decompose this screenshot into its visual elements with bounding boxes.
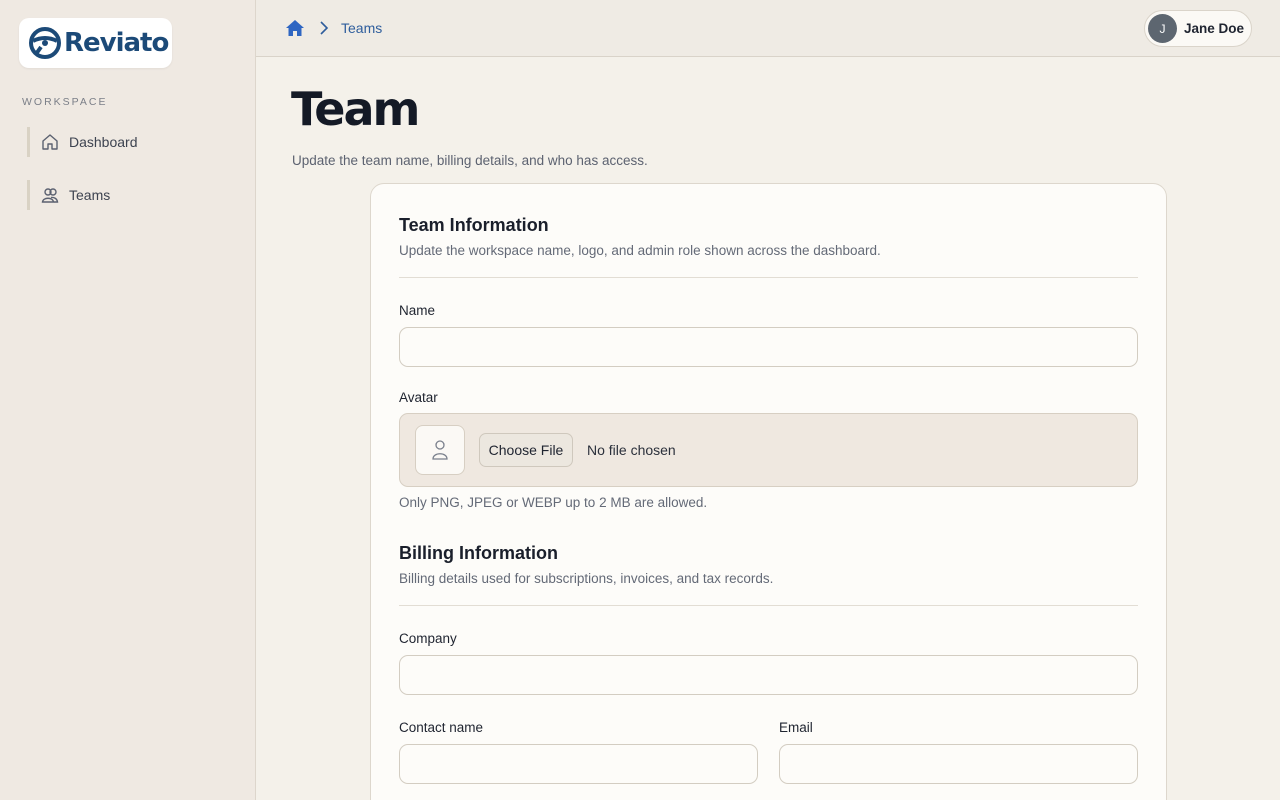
avatar-hint: Only PNG, JPEG or WEBP up to 2 MB are al… [399,495,708,510]
steering-wheel-icon [29,27,61,59]
home-icon [41,133,59,151]
user-name: Jane Doe [1183,21,1244,36]
divider [399,605,1138,606]
brand-logo[interactable]: Reviato [19,18,172,68]
breadcrumb-current[interactable]: Teams [341,20,382,36]
email-input[interactable] [779,744,1138,784]
sidebar-item-label: Dashboard [69,134,138,150]
page-title: Team [291,82,420,136]
users-icon [41,186,59,204]
team-settings-card: Team Information Update the workspace na… [370,183,1167,800]
avatar-preview [415,425,465,475]
chevron-right-icon [318,20,330,36]
divider [399,277,1138,278]
choose-file-button[interactable]: Choose File [479,433,573,467]
company-label: Company [399,631,457,646]
sidebar: Reviato WORKSPACE Dashboard Teams [0,0,256,800]
home-icon[interactable] [285,18,305,38]
user-icon [432,440,448,460]
avatar-label: Avatar [399,390,438,405]
file-status: No file chosen [587,442,676,458]
sidebar-item-label: Teams [69,187,111,203]
billing-info-title: Billing Information [399,543,558,563]
brand-name: Reviato [64,28,169,58]
sidebar-section-label: WORKSPACE [22,96,108,108]
billing-info-description: Billing details used for subscriptions, … [399,571,774,586]
top-bar: Teams J Jane Doe [256,0,1280,57]
name-label: Name [399,303,436,318]
team-info-description: Update the workspace name, logo, and adm… [399,243,881,258]
team-info-title: Team Information [399,215,549,235]
contact-name-label: Contact name [399,720,484,735]
contact-name-input[interactable] [399,744,758,784]
company-input[interactable] [399,655,1138,695]
avatar-upload: Choose File No file chosen [399,413,1138,487]
user-menu[interactable]: J Jane Doe [1143,10,1252,47]
email-label: Email [779,720,813,735]
page-subtitle: Update the team name, billing details, a… [292,153,648,168]
avatar: J [1147,14,1177,43]
sidebar-item-teams[interactable]: Teams [27,180,227,210]
name-input[interactable] [399,327,1138,367]
sidebar-item-dashboard[interactable]: Dashboard [27,127,227,157]
